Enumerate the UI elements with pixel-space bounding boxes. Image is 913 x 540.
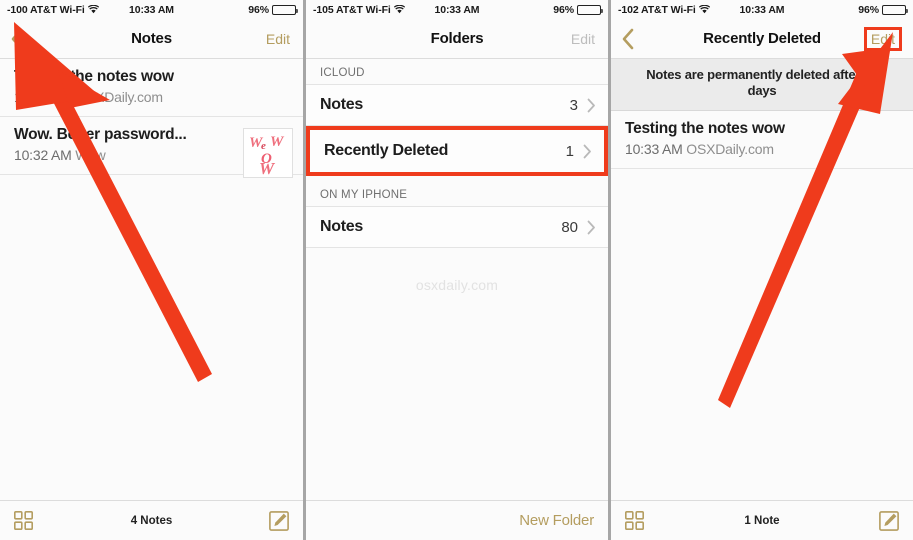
- wifi-icon: [698, 5, 710, 14]
- status-bar-right: 96%: [784, 3, 909, 16]
- section-header-icloud: ICLOUD: [306, 59, 608, 84]
- page-title: Folders: [430, 30, 484, 47]
- status-bar-left: -102 AT&T Wi-Fi: [618, 4, 740, 16]
- svg-text:W: W: [270, 134, 285, 150]
- status-bar-clock: 10:33 AM: [129, 3, 174, 16]
- bottom-toolbar: New Folder: [306, 500, 608, 540]
- battery-icon: [577, 4, 604, 15]
- battery-icon: [882, 4, 909, 15]
- chevron-right-icon: [583, 144, 592, 159]
- notes-count-label: 1 Note: [744, 514, 780, 527]
- note-list-item[interactable]: Testing the notes wow 10:33 AM OSXDaily.…: [611, 111, 913, 169]
- status-bar-clock: 10:33 AM: [739, 3, 785, 16]
- carrier-label: -105 AT&T Wi-Fi: [313, 3, 391, 16]
- status-bar-right: 96%: [174, 3, 299, 16]
- bottom-toolbar: 1 Note: [611, 500, 913, 540]
- back-button[interactable]: [10, 28, 36, 50]
- new-folder-button[interactable]: New Folder: [519, 512, 594, 529]
- folders-list-content: ICLOUD Notes 3 Recently Deleted 1 ON MY …: [306, 59, 608, 500]
- wifi-icon: [87, 5, 99, 14]
- note-meta: 10:33 AM OSXDaily.com: [625, 141, 901, 157]
- status-bar-left: -105 AT&T Wi-Fi: [313, 4, 435, 16]
- status-bar-clock: 10:33 AM: [434, 3, 480, 16]
- notes-count-label: 4 Notes: [130, 514, 173, 527]
- watermark: osxdaily.com: [415, 277, 499, 293]
- folder-name: Notes: [320, 96, 363, 113]
- chevron-right-icon: [587, 98, 596, 113]
- grid-icon[interactable]: [14, 511, 33, 530]
- edit-button[interactable]: Edit: [863, 26, 902, 51]
- battery-icon: [272, 4, 299, 15]
- navigation-bar: Folders Edit: [306, 19, 608, 59]
- status-bar: -100 AT&T Wi-Fi 10:33 AM 96%: [0, 0, 303, 19]
- compose-icon[interactable]: [879, 510, 899, 531]
- battery-percent-label: 96%: [858, 3, 880, 16]
- phone-panel-recently-deleted: -102 AT&T Wi-Fi 10:33 AM 96% Recently De…: [611, 0, 913, 540]
- recently-deleted-content: Notes are permanently deleted after 30 d…: [611, 59, 913, 500]
- note-title: Testing the notes wow: [14, 68, 174, 85]
- note-list-item[interactable]: Testing the notes wow 10:33 AM OSXDaily.…: [0, 59, 303, 117]
- grid-icon[interactable]: [625, 511, 644, 530]
- note-thumbnail-wow-sketch: W e W O W: [243, 128, 293, 178]
- note-time: 10:32 AM: [14, 147, 72, 163]
- edit-button[interactable]: Edit: [263, 29, 293, 49]
- note-time: 10:33 AM: [14, 89, 72, 105]
- page-title: Notes: [131, 30, 172, 47]
- retention-banner: Notes are permanently deleted after 30 d…: [611, 59, 913, 111]
- folder-row-notes-iphone[interactable]: Notes 80: [306, 206, 608, 248]
- section-header-on-my-iphone: ON MY IPHONE: [306, 176, 608, 206]
- edit-button[interactable]: Edit: [568, 29, 598, 49]
- screenshot-stage: -100 AT&T Wi-Fi 10:33 AM 96% Notes Edit …: [0, 0, 913, 540]
- status-bar-left: -100 AT&T Wi-Fi: [7, 4, 129, 16]
- note-preview: OSXDaily.com: [75, 89, 163, 105]
- back-button[interactable]: [621, 28, 647, 50]
- highlight-box-recently-deleted: Recently Deleted 1: [306, 126, 608, 176]
- compose-icon[interactable]: [269, 510, 289, 531]
- folder-name: Recently Deleted: [324, 142, 449, 159]
- battery-percent-label: 96%: [248, 3, 270, 16]
- folder-name: Notes: [320, 218, 363, 235]
- note-preview: Wow: [75, 147, 106, 163]
- wifi-icon: [393, 5, 405, 14]
- notes-list-content: Testing the notes wow 10:33 AM OSXDaily.…: [0, 59, 303, 500]
- status-bar-right: 96%: [479, 3, 604, 16]
- note-time: 10:33 AM: [625, 140, 683, 157]
- folder-count: 3: [569, 96, 578, 114]
- folder-count: 80: [561, 218, 578, 236]
- svg-text:W: W: [259, 159, 276, 176]
- folder-count: 1: [565, 142, 574, 160]
- note-meta: 10:33 AM OSXDaily.com: [14, 89, 291, 105]
- chevron-right-icon: [587, 220, 596, 235]
- navigation-bar: Recently Deleted Edit: [611, 19, 913, 59]
- bottom-toolbar: 4 Notes: [0, 500, 303, 540]
- note-preview: OSXDaily.com: [686, 140, 774, 157]
- folder-row-notes-icloud[interactable]: Notes 3: [306, 84, 608, 126]
- note-title: Testing the notes wow: [625, 119, 785, 137]
- phone-panel-notes-list: -100 AT&T Wi-Fi 10:33 AM 96% Notes Edit …: [0, 0, 303, 540]
- folder-row-recently-deleted[interactable]: Recently Deleted 1: [310, 130, 604, 172]
- battery-percent-label: 96%: [553, 3, 575, 16]
- carrier-label: -100 AT&T Wi-Fi: [7, 3, 85, 16]
- note-list-item[interactable]: Wow. Better password... 10:32 AM Wow W e…: [0, 117, 303, 178]
- status-bar: -102 AT&T Wi-Fi 10:33 AM 96%: [611, 0, 913, 19]
- navigation-bar: Notes Edit: [0, 19, 303, 59]
- phone-panel-folders: -105 AT&T Wi-Fi 10:33 AM 96% Folders Edi…: [306, 0, 608, 540]
- status-bar: -105 AT&T Wi-Fi 10:33 AM 96%: [306, 0, 608, 19]
- carrier-label: -102 AT&T Wi-Fi: [618, 3, 696, 16]
